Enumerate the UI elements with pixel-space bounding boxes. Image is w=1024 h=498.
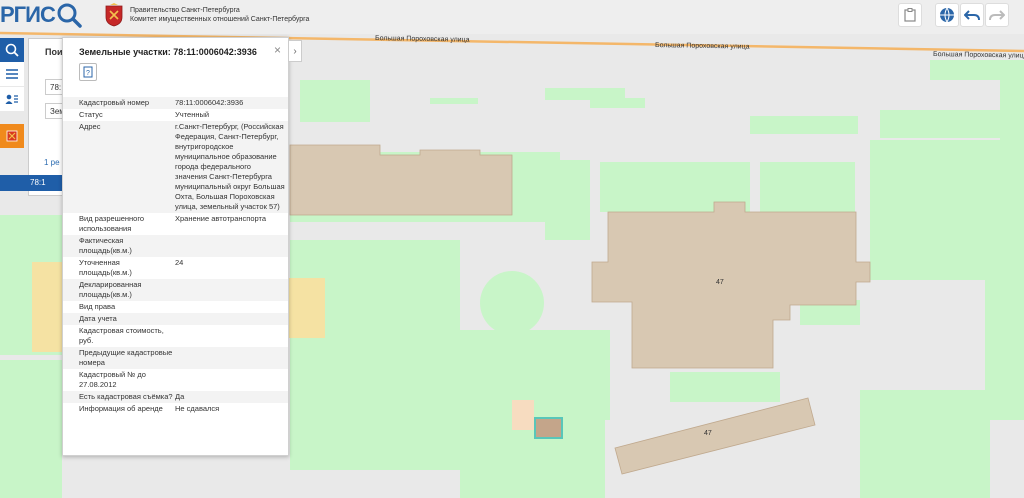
properties-table: Кадастровый номер 78:11:0006042:3936 Стату… (63, 97, 288, 415)
logo-text: РГИС (0, 2, 56, 27)
property-row: Адрес г.Санкт-Петербург, (Российская Феде… (63, 121, 288, 213)
clipboard-button[interactable] (898, 3, 922, 27)
svg-text:?: ? (86, 70, 90, 77)
popup-title: Земельные участки: 78:11:0006042:3936 (79, 47, 257, 57)
layers-button[interactable] (0, 124, 24, 148)
clipboard-icon (904, 8, 916, 22)
search-panel-title: Пои (45, 47, 63, 57)
document-question-icon: ? (83, 66, 93, 78)
gov-line2: Комитет имущественных отношений Санкт-Пе… (130, 16, 310, 23)
property-row: Уточненная площадь(кв.м.) 24 (63, 257, 288, 279)
result-row[interactable]: 78:1 (0, 175, 62, 191)
property-row: Декларированная площадь(кв.м.) (63, 279, 288, 301)
property-row: Есть кадастровая съёмка? Да (63, 391, 288, 403)
building-number: 47 (704, 430, 712, 437)
property-value (173, 313, 285, 325)
property-value: г.Санкт-Петербург, (Российская Федерация… (175, 122, 285, 211)
property-row: Информация об аренде Не сдавался (63, 403, 288, 415)
property-value (173, 279, 285, 301)
property-value: Да (175, 392, 185, 401)
property-key: Кадастровая стоимость, руб. (79, 326, 164, 345)
next-result-button[interactable]: › (288, 40, 302, 62)
property-value (173, 235, 285, 257)
property-key: Декларированная площадь(кв.м.) (79, 280, 142, 299)
property-value: Не сдавался (175, 404, 220, 413)
building-number: 47 (716, 279, 724, 286)
gov-line1: Правительство Санкт-Петербурга (130, 7, 240, 14)
property-key: Адрес (79, 122, 101, 131)
user-card-button[interactable] (0, 87, 24, 111)
globe-button[interactable] (935, 3, 959, 27)
property-key: Информация об аренде (79, 404, 163, 413)
redo-icon (989, 10, 1005, 21)
property-row: Кадастровый номер 78:11:0006042:3936 (63, 97, 288, 109)
parcel-doc-button[interactable]: ? (79, 63, 97, 81)
property-row: Фактическая площадь(кв.м.) (63, 235, 288, 257)
user-card-icon (5, 94, 18, 104)
property-value: Хранение автотранспорта (175, 214, 267, 223)
property-value (173, 369, 285, 391)
property-key: Кадастровый № до 27.08.2012 (79, 370, 146, 389)
undo-button[interactable] (960, 3, 984, 27)
property-row: Вид права (63, 301, 288, 313)
search-icon (5, 43, 19, 57)
emblem-layer-icon (6, 130, 18, 142)
search-button[interactable] (0, 38, 24, 62)
rgis-logo[interactable]: РГИС (0, 0, 56, 30)
property-value (173, 347, 285, 369)
globe-icon (940, 7, 954, 23)
property-key: Вид разрешенного использования (79, 214, 145, 233)
property-row: Дата учета (63, 313, 288, 325)
menu-icon (6, 69, 18, 79)
property-value: 78:11:0006042:3936 (175, 98, 244, 107)
property-key: Предыдущие кадастровые номера (79, 348, 173, 367)
property-value: 24 (175, 258, 184, 267)
property-key: Уточненная площадь(кв.м.) (79, 258, 132, 277)
property-key: Дата учета (79, 314, 117, 323)
property-key: Есть кадастровая съёмка? (79, 392, 173, 401)
property-row: Предыдущие кадастровые номера (63, 347, 288, 369)
property-row: Кадастровая стоимость, руб. (63, 325, 288, 347)
gov-text: Правительство Санкт-Петербурга Комитет и… (130, 6, 309, 24)
property-value: Учтенный (175, 110, 210, 119)
property-key: Фактическая площадь(кв.м.) (79, 236, 132, 255)
spb-emblem-icon (105, 3, 123, 27)
property-row: Статус Учтенный (63, 109, 288, 121)
results-count: 1 ре (44, 158, 60, 167)
parcel-info-popup: Земельные участки: 78:11:0006042:3936 × … (62, 37, 289, 456)
property-row: Кадастровый № до 27.08.2012 (63, 369, 288, 391)
magnifier-logo-icon (57, 3, 82, 28)
property-value (173, 325, 285, 347)
redo-button[interactable] (985, 3, 1009, 27)
undo-icon (964, 10, 980, 21)
property-key: Статус (79, 110, 103, 119)
property-key: Вид права (79, 302, 116, 311)
property-key: Кадастровый номер (79, 98, 150, 107)
property-row: Вид разрешенного использования Хранение а… (63, 213, 288, 235)
menu-button[interactable] (0, 62, 24, 86)
close-button[interactable]: × (274, 43, 281, 57)
property-value (173, 301, 285, 313)
